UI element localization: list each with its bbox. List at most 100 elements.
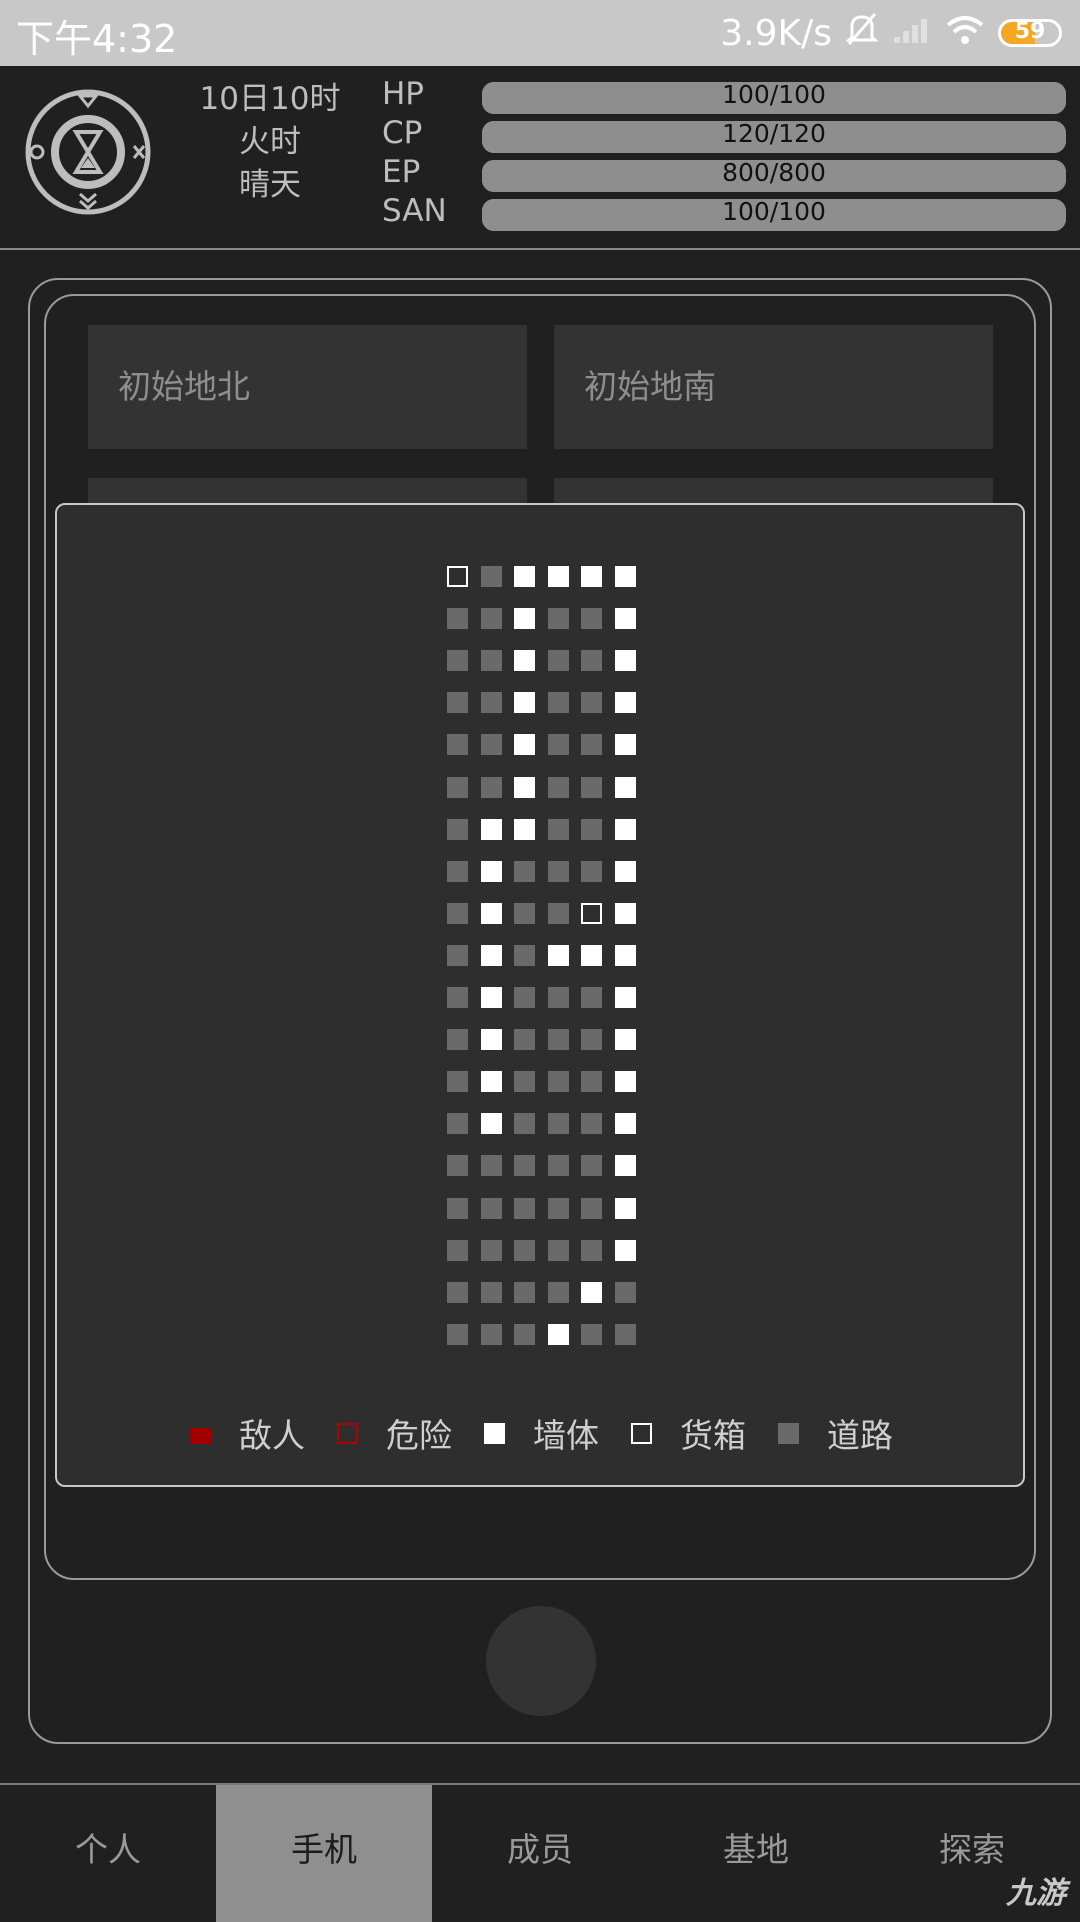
map-cell-wall: [547, 566, 569, 587]
battery-icon: 59: [998, 19, 1062, 47]
map-cell-road: [547, 1239, 569, 1261]
map-cell-road: [480, 1197, 502, 1219]
tab-personal[interactable]: 个人: [0, 1785, 216, 1922]
hourglass-compass-icon[interactable]: [24, 88, 152, 216]
map-cell-road: [547, 692, 569, 714]
map-cell-road: [547, 902, 569, 924]
legend-enemy-swatch: [190, 1428, 211, 1444]
stat-label: SAN: [382, 193, 447, 229]
map-cell-wall: [614, 692, 636, 714]
map-cell-road: [447, 1155, 468, 1177]
legend-crate-label: 货箱: [680, 1416, 746, 1455]
stat-value: 800/800: [722, 160, 826, 187]
map-cell-road: [581, 776, 602, 798]
map-cell-road: [614, 1281, 636, 1303]
map-cell-road: [581, 692, 602, 714]
tab-phone[interactable]: 手机: [216, 1785, 432, 1922]
map-cell-road: [514, 1071, 535, 1093]
map-cell-road: [447, 1029, 468, 1051]
phone-home-button[interactable]: [486, 1606, 596, 1716]
map-cell-wall: [547, 1323, 569, 1345]
map-cell-road: [581, 734, 602, 756]
map-cell-road: [547, 1281, 569, 1303]
map-cell-road: [480, 1323, 502, 1345]
map-cell-road: [581, 987, 602, 1008]
map-cell-road: [581, 1113, 602, 1135]
map-cell-wall: [614, 987, 636, 1008]
stat-label: HP: [382, 76, 425, 112]
map-cell-road: [480, 1239, 502, 1261]
map-cell-wall: [614, 1197, 636, 1219]
map-cell-road: [547, 608, 569, 630]
mute-bell-icon: [845, 11, 879, 56]
location-button-south[interactable]: 初始地南: [554, 325, 993, 449]
map-cell-wall: [514, 608, 535, 630]
map-cell-road: [514, 1155, 535, 1177]
map-cell-road: [514, 1323, 535, 1345]
map-cell-wall: [547, 944, 569, 966]
map-cell-road: [514, 1281, 535, 1303]
map-cell-road: [480, 608, 502, 630]
status-bar: 下午4:32 3.9K/s 59: [0, 0, 1080, 66]
legend-road-swatch: [778, 1422, 799, 1444]
map-cell-road: [581, 860, 602, 882]
map-cell-road: [480, 1281, 502, 1303]
map-cell-wall: [480, 1113, 502, 1135]
map-cell-road: [547, 987, 569, 1008]
map-cell-road: [547, 860, 569, 882]
stat-bar: 120/120: [482, 121, 1066, 153]
legend-danger-swatch: [337, 1422, 358, 1444]
legend-road-label: 道路: [827, 1416, 893, 1455]
map-cell-road: [447, 692, 468, 714]
legend-danger-label: 危险: [386, 1416, 452, 1455]
map-cell-road: [547, 818, 569, 840]
map-cell-road: [447, 860, 468, 882]
map-cell-road: [447, 987, 468, 1008]
map-cell-wall: [614, 1113, 636, 1135]
map-cell-wall: [480, 987, 502, 1008]
header: 10日10时 火时 晴天 HP 100/100 CP 120/120 EP 80…: [0, 66, 1080, 250]
map-cell-wall: [480, 902, 502, 924]
map-cell-road: [547, 1029, 569, 1051]
map-cell-wall: [614, 902, 636, 924]
tab-base[interactable]: 基地: [648, 1785, 864, 1922]
map-cell-road: [480, 734, 502, 756]
map-cell-road: [514, 944, 535, 966]
map-cell-road: [547, 776, 569, 798]
map-cell-road: [581, 1239, 602, 1261]
map-cell-wall: [514, 818, 535, 840]
battery-level: 59: [1014, 19, 1046, 44]
map-cell-wall: [480, 1071, 502, 1093]
tab-members[interactable]: 成员: [432, 1785, 648, 1922]
map-cell-wall: [614, 1029, 636, 1051]
map-cell-road: [547, 1113, 569, 1135]
map-cell-road: [514, 1239, 535, 1261]
map-dialog: [55, 503, 1025, 1487]
map-cell-wall: [514, 566, 535, 587]
map-cell-wall: [614, 608, 636, 630]
legend-crate-swatch: [631, 1422, 652, 1444]
map-cell-road: [547, 734, 569, 756]
wifi-icon: [946, 13, 984, 54]
stat-bar: 800/800: [482, 160, 1066, 192]
map-cell-road: [614, 1323, 636, 1345]
map-cell-crate: [447, 566, 468, 587]
bottom-nav: 个人 手机 成员 基地 探索 九游: [0, 1783, 1080, 1922]
map-cell-road: [581, 650, 602, 672]
map-cell-wall: [480, 944, 502, 966]
map-cell-wall: [614, 566, 636, 587]
map-cell-road: [480, 692, 502, 714]
map-cell-wall: [514, 776, 535, 798]
map-cell-wall: [480, 1029, 502, 1051]
map-cell-road: [514, 860, 535, 882]
game-weather: 晴天: [239, 167, 301, 203]
map-cell-wall: [614, 1071, 636, 1093]
map-cell-road: [514, 1197, 535, 1219]
map-cell-road: [447, 1071, 468, 1093]
map-cell-road: [447, 734, 468, 756]
stat-label: EP: [382, 154, 421, 190]
map-cell-wall: [614, 944, 636, 966]
map-cell-road: [547, 1071, 569, 1093]
location-button-north[interactable]: 初始地北: [88, 325, 527, 449]
legend-wall-label: 墙体: [533, 1416, 599, 1455]
